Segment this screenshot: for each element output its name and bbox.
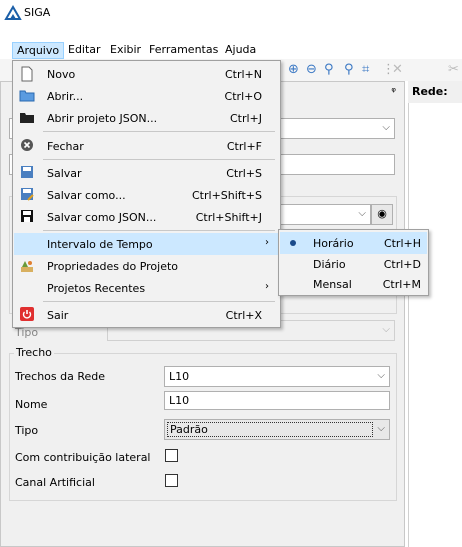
link-icon[interactable]: ⚲ — [324, 62, 334, 77]
open-folder-icon — [19, 88, 35, 104]
eye-icon[interactable]: ◉ — [371, 204, 393, 225]
chevron-down-icon: ⌵ — [377, 370, 385, 381]
chevron-down-icon: ⌵ — [377, 423, 385, 434]
properties-icon — [19, 258, 35, 274]
menu-editar[interactable]: Editar — [64, 42, 105, 59]
zoom-in-icon[interactable]: ⊕ — [288, 62, 299, 77]
contrib-checkbox[interactable] — [165, 449, 178, 462]
menu-item-fechar[interactable]: Fechar Ctrl+F — [14, 135, 279, 157]
menu-item-propriedades[interactable]: Propriedades do Projeto — [14, 255, 279, 277]
menu-item-intervalo-tempo[interactable]: Intervalo de Tempo › — [14, 233, 279, 255]
menu-arquivo[interactable]: Arquivo — [12, 42, 65, 59]
network-panel-title: Rede: — [408, 81, 462, 103]
chevron-down-icon: ⌵ — [382, 324, 390, 335]
selected-bullet-icon — [290, 240, 296, 246]
time-interval-submenu: Horário Ctrl+H Diário Ctrl+D Mensal Ctrl… — [278, 229, 429, 296]
menu-item-sair[interactable]: Sair Ctrl+X — [14, 304, 279, 326]
tipo-trecho-combo[interactable]: Padrão ⌵ — [164, 419, 390, 440]
exit-icon — [19, 307, 35, 323]
open-json-icon — [19, 110, 35, 126]
menu-separator — [43, 301, 275, 302]
submenu-item-horario[interactable]: Horário Ctrl+H — [280, 232, 427, 254]
canal-checkbox[interactable] — [165, 474, 178, 487]
network-panel — [408, 81, 462, 547]
menu-item-abrir-json[interactable]: Abrir projeto JSON... Ctrl+J — [14, 107, 279, 129]
grid-icon[interactable]: ⌗ — [362, 62, 369, 77]
menu-item-salvar[interactable]: Salvar Ctrl+S — [14, 162, 279, 184]
menu-bar: Arquivo Editar Exibir Ferramentas Ajuda — [0, 40, 462, 59]
trecho-group-label: Trecho — [14, 346, 54, 359]
close-icon — [19, 138, 35, 154]
chevron-down-icon: ⌵ — [358, 208, 366, 219]
menu-ferramentas[interactable]: Ferramentas — [145, 42, 222, 59]
menu-separator — [43, 159, 275, 160]
unlink-icon[interactable]: ⚲ — [344, 62, 354, 77]
menu-separator — [43, 131, 275, 132]
save-json-icon — [19, 209, 35, 225]
submenu-arrow-icon: › — [265, 237, 269, 248]
save-as-icon — [19, 187, 35, 203]
menu-item-abrir[interactable]: Abrir... Ctrl+O — [14, 85, 279, 107]
chevron-down-icon: ⌵ — [382, 122, 390, 133]
new-file-icon — [19, 66, 35, 82]
trechos-combo[interactable]: L10 ⌵ — [164, 366, 390, 387]
submenu-item-diario[interactable]: Diário Ctrl+D — [280, 253, 427, 275]
menu-item-novo[interactable]: Novo Ctrl+N — [14, 63, 279, 85]
nome-input[interactable]: L10 — [164, 391, 390, 410]
layer-combo[interactable]: ⌵ — [269, 204, 371, 225]
submenu-arrow-icon: › — [265, 281, 269, 292]
menu-item-projetos-recentes[interactable]: Projetos Recentes › — [14, 277, 279, 299]
menu-item-salvar-como[interactable]: Salvar como... Ctrl+Shift+S — [14, 184, 279, 206]
file-menu: Novo Ctrl+N Abrir... Ctrl+O Abrir projet… — [12, 60, 281, 328]
contrib-label: Com contribuição lateral — [15, 451, 151, 464]
nome-label: Nome — [15, 398, 48, 411]
save-icon — [19, 165, 35, 181]
menu-separator — [43, 230, 275, 231]
app-logo-icon — [4, 5, 22, 20]
window-title: SIGA — [24, 6, 51, 19]
delete-icon[interactable]: ✕ — [392, 62, 403, 77]
menu-ajuda[interactable]: Ajuda — [221, 42, 260, 59]
trechos-label: Trechos da Rede — [15, 370, 106, 383]
tipo-trecho-value: Padrão — [167, 422, 373, 437]
pin-icon[interactable]: ᵠ — [391, 85, 396, 98]
menu-item-salvar-json[interactable]: Salvar como JSON... Ctrl+Shift+J — [14, 206, 279, 228]
zoom-out-icon[interactable]: ⊖ — [306, 62, 317, 77]
title-bar: SIGA — [0, 0, 462, 27]
canal-label: Canal Artificial — [15, 476, 95, 489]
menu-exibir[interactable]: Exibir — [106, 42, 145, 59]
submenu-item-mensal[interactable]: Mensal Ctrl+M — [280, 273, 427, 295]
cut-icon[interactable]: ✂ — [448, 62, 459, 77]
trechos-value: L10 — [169, 370, 190, 383]
tipo-trecho-label: Tipo — [15, 424, 39, 437]
